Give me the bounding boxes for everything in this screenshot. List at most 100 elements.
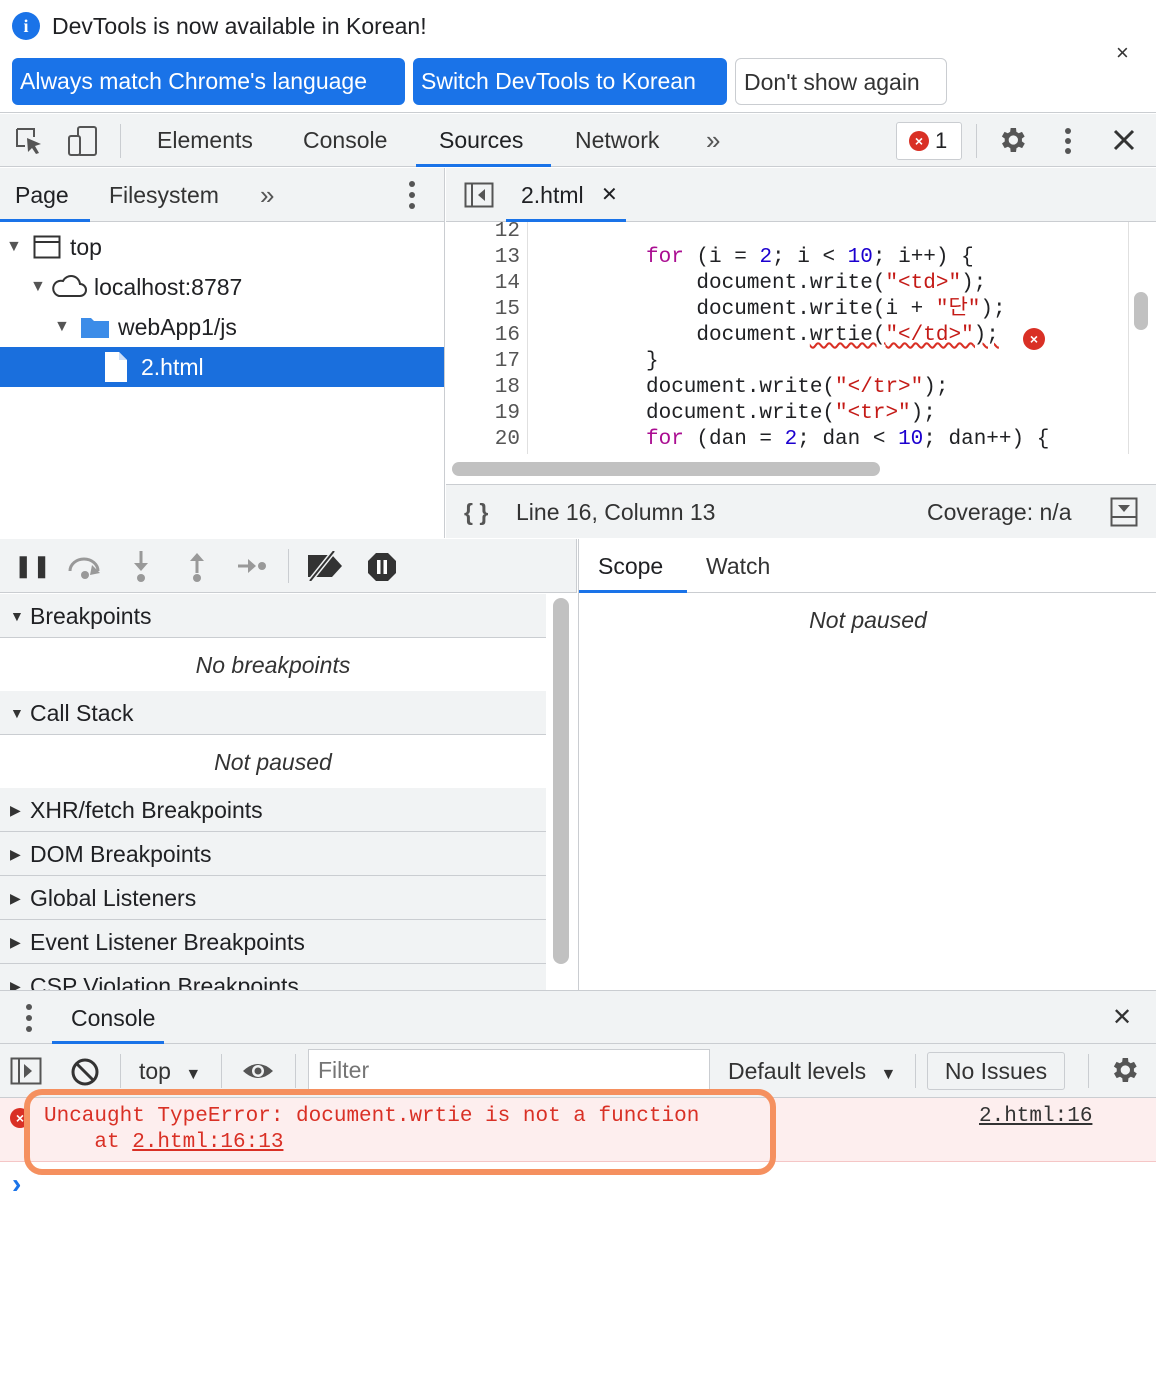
file-navigator: Page Filesystem » ▼ top ▼ localhost:8787… (0, 168, 445, 538)
step-icon[interactable] (236, 553, 268, 579)
line-number[interactable]: 15 (446, 297, 520, 323)
tab-scope[interactable]: Scope (598, 539, 663, 593)
section-event-listener-breakpoints[interactable]: ▶ Event Listener Breakpoints (0, 920, 546, 964)
line-number[interactable]: 17 (446, 349, 520, 375)
inline-error-icon[interactable]: × (1023, 328, 1045, 350)
console-prompt-icon[interactable]: › (12, 1168, 21, 1200)
line-number[interactable]: 14 (446, 271, 520, 297)
collapsed-arrow-icon[interactable]: ▶ (10, 832, 21, 876)
section-title: Global Listeners (30, 885, 197, 911)
expand-arrow-icon[interactable]: ▼ (6, 227, 22, 267)
line-number[interactable]: 12 (446, 222, 520, 245)
pretty-print-icon[interactable]: { } (464, 485, 488, 539)
collapsed-arrow-icon[interactable]: ▶ (10, 920, 21, 964)
close-tab-icon[interactable]: ✕ (601, 168, 618, 222)
more-tabs-icon[interactable]: » (260, 168, 274, 222)
collapsed-arrow-icon[interactable]: ▶ (10, 964, 21, 990)
more-options-icon[interactable] (404, 180, 420, 210)
horizontal-scrollbar[interactable] (452, 462, 880, 476)
code-token: document.write(i + (646, 298, 936, 321)
deactivate-breakpoints-icon[interactable] (304, 551, 344, 581)
code-token: for (646, 246, 684, 269)
always-match-language-button[interactable]: Always match Chrome's language (12, 58, 405, 105)
switch-to-korean-button[interactable]: Switch DevTools to Korean (413, 58, 727, 105)
section-global-listeners[interactable]: ▶ Global Listeners (0, 876, 546, 920)
tree-item-label: webApp1/js (118, 314, 237, 340)
line-number[interactable]: 20 (446, 427, 520, 453)
code-line: document.write("<tr>"); (646, 401, 936, 427)
code-line: for (dan = 2; dan < 10; dan++) { (646, 427, 1049, 453)
code-token: "<td>" (885, 272, 962, 295)
collapsed-arrow-icon[interactable]: ▶ (10, 788, 21, 832)
sidebar-scrollbar[interactable] (553, 598, 569, 964)
code-view[interactable]: 12 13 14 15 16 17 18 19 20 for (i = 2; i… (446, 222, 1156, 454)
more-tabs-icon[interactable]: » (706, 114, 720, 167)
drawer-tab-console[interactable]: Console (71, 991, 155, 1045)
expand-arrow-icon[interactable]: ▼ (10, 594, 24, 638)
section-breakpoints[interactable]: ▼ Breakpoints (0, 594, 546, 638)
step-over-icon[interactable] (66, 551, 104, 581)
tab-filesystem[interactable]: Filesystem (109, 168, 219, 222)
settings-gear-icon[interactable] (996, 124, 1028, 156)
tab-elements[interactable]: Elements (157, 114, 253, 167)
issues-button[interactable]: No Issues (927, 1052, 1065, 1090)
line-number[interactable]: 16 (446, 323, 520, 349)
toggle-navigator-icon[interactable] (464, 182, 494, 208)
live-expression-eye-icon[interactable] (241, 1059, 275, 1083)
console-settings-gear-icon[interactable] (1108, 1054, 1140, 1086)
error-count-badge[interactable]: × 1 (896, 122, 962, 160)
step-into-icon[interactable] (128, 549, 154, 583)
tab-sources[interactable]: Sources (439, 114, 523, 167)
code-line: document.write(i + "단"); (646, 297, 1005, 323)
close-drawer-icon[interactable]: ✕ (1112, 991, 1132, 1045)
editor-tab-2html[interactable]: 2.html (521, 168, 584, 222)
clear-console-icon[interactable] (70, 1057, 100, 1087)
tab-page[interactable]: Page (15, 168, 69, 222)
pause-on-exceptions-icon[interactable] (366, 551, 398, 583)
tree-item-top[interactable]: ▼ top (0, 227, 444, 267)
line-number[interactable]: 13 (446, 245, 520, 271)
vertical-scrollbar[interactable] (1134, 292, 1148, 330)
main-toolbar: Elements Console Sources Network » × 1 (0, 114, 1156, 167)
code-token: 10 (847, 246, 873, 269)
context-label: top (139, 1058, 171, 1084)
expand-arrow-icon[interactable]: ▼ (54, 307, 70, 347)
line-number[interactable]: 19 (446, 401, 520, 427)
code-token: "</td>" (885, 324, 974, 347)
tab-network[interactable]: Network (575, 114, 659, 167)
section-xhr-breakpoints[interactable]: ▶ XHR/fetch Breakpoints (0, 788, 546, 832)
collapsed-arrow-icon[interactable]: ▶ (10, 876, 21, 920)
dropdown-arrow-icon: ▼ (185, 1066, 202, 1083)
toggle-debugger-icon[interactable] (1110, 497, 1138, 527)
console-filter-input[interactable] (308, 1049, 710, 1091)
code-token: ; dan++) { (923, 428, 1050, 451)
section-dom-breakpoints[interactable]: ▶ DOM Breakpoints (0, 832, 546, 876)
close-icon[interactable]: × (1116, 40, 1129, 66)
code-token: for (646, 428, 684, 451)
pause-icon[interactable]: ❚❚ (14, 551, 51, 581)
code-token: ); (973, 324, 999, 347)
tree-item-folder[interactable]: ▼ webApp1/js (0, 307, 444, 347)
source-location-link[interactable]: 2.html:16 (979, 1104, 1092, 1130)
close-devtools-icon[interactable] (1112, 128, 1136, 152)
tab-watch[interactable]: Watch (706, 539, 770, 593)
file-icon (105, 352, 127, 382)
tree-item-localhost[interactable]: ▼ localhost:8787 (0, 267, 444, 307)
section-title: CSP Violation Breakpoints (30, 973, 299, 990)
tree-item-file-selected[interactable]: 2.html (0, 347, 444, 387)
tab-console[interactable]: Console (303, 114, 387, 167)
dont-show-again-button[interactable]: Don't show again (735, 58, 947, 105)
step-out-icon[interactable] (184, 549, 210, 583)
code-token: ); (923, 376, 949, 399)
device-toolbar-icon[interactable] (66, 124, 100, 160)
expand-arrow-icon[interactable]: ▼ (10, 691, 24, 735)
section-csp-violation-breakpoints[interactable]: ▶ CSP Violation Breakpoints (0, 964, 546, 990)
more-options-icon[interactable] (1058, 126, 1078, 156)
section-call-stack[interactable]: ▼ Call Stack (0, 691, 546, 735)
drawer-menu-icon[interactable] (21, 1003, 37, 1033)
inspect-element-icon[interactable] (14, 126, 46, 158)
line-number[interactable]: 18 (446, 375, 520, 401)
code-token: ; i++) { (872, 246, 974, 269)
show-sidebar-icon[interactable] (10, 1057, 42, 1085)
expand-arrow-icon[interactable]: ▼ (30, 267, 46, 307)
